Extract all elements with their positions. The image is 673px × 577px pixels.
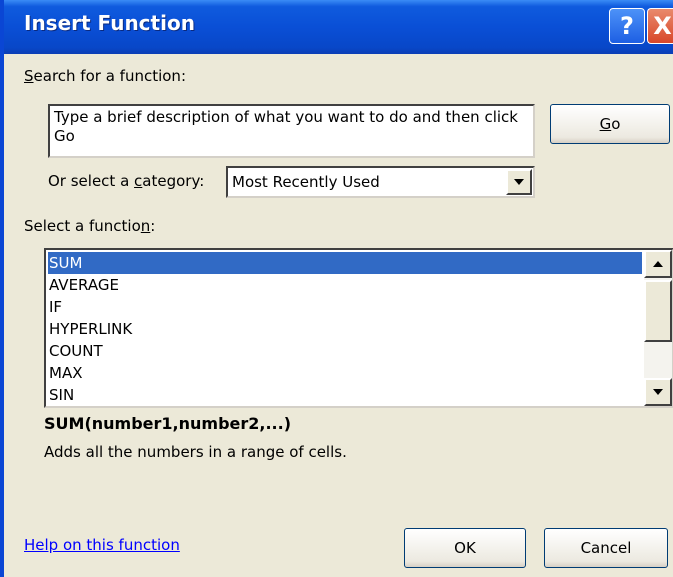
list-item-hyperlink[interactable]: HYPERLINK [48, 318, 642, 340]
category-value: Most Recently Used [232, 173, 380, 191]
function-list[interactable]: SUM AVERAGE IF HYPERLINK COUNT MAX SIN [44, 248, 673, 408]
cancel-button[interactable]: Cancel [544, 528, 668, 568]
category-dropdown[interactable]: Most Recently Used [226, 166, 535, 198]
ok-button[interactable]: OK [404, 528, 526, 568]
title-bar[interactable]: Insert Function ? X [4, 0, 673, 54]
list-item-sum[interactable]: SUM [48, 252, 642, 274]
list-item-max[interactable]: MAX [48, 362, 642, 384]
search-input[interactable]: Type a brief description of what you wan… [48, 104, 535, 158]
help-on-function-link[interactable]: Help on this function [24, 536, 180, 554]
arrow-up-icon [653, 261, 663, 267]
chevron-down-icon [514, 179, 524, 185]
scroll-up-button[interactable] [644, 250, 672, 278]
close-button[interactable]: X [647, 8, 673, 44]
arrow-down-icon [653, 389, 663, 395]
search-label: Search for a function: [24, 67, 186, 85]
list-item-count[interactable]: COUNT [48, 340, 642, 362]
category-label: Or select a category: [48, 172, 205, 190]
dropdown-button[interactable] [506, 169, 532, 195]
insert-function-dialog: Insert Function ? X Search for a functio… [0, 0, 673, 577]
close-icon: X [653, 12, 672, 40]
scroll-down-button[interactable] [644, 378, 672, 406]
list-item-if[interactable]: IF [48, 296, 642, 318]
search-input-text: Type a brief description of what you wan… [54, 108, 518, 145]
list-item-sin[interactable]: SIN [48, 384, 642, 406]
go-button[interactable]: Go [550, 104, 670, 144]
function-list-label: Select a function: [24, 217, 156, 235]
help-icon: ? [620, 12, 634, 40]
function-description: Adds all the numbers in a range of cells… [44, 443, 347, 461]
dialog-title: Insert Function [24, 11, 195, 35]
vertical-scrollbar[interactable] [644, 250, 672, 406]
help-button[interactable]: ? [609, 8, 645, 44]
scroll-thumb[interactable] [644, 280, 672, 342]
function-signature: SUM(number1,number2,...) [44, 414, 292, 433]
list-item-average[interactable]: AVERAGE [48, 274, 642, 296]
